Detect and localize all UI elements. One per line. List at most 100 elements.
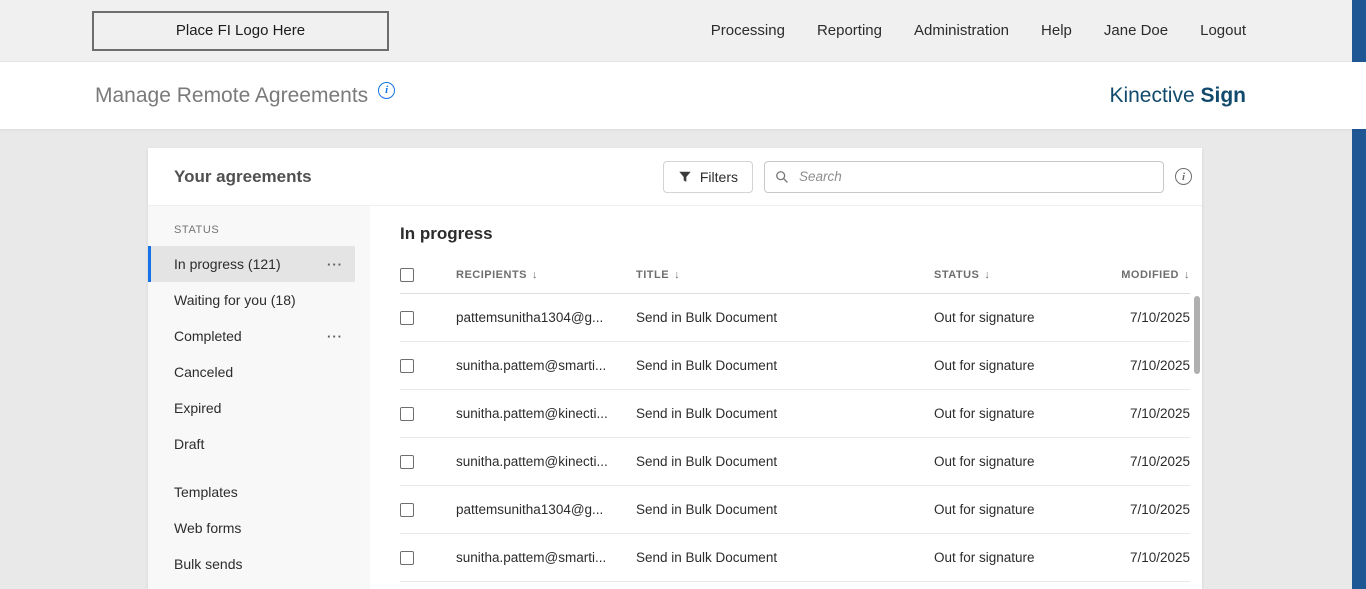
- filters-button[interactable]: Filters: [662, 160, 753, 193]
- sidebar-item[interactable]: Web forms: [148, 510, 355, 546]
- top-bar: Place FI Logo Here Processing Reporting Ad…: [0, 0, 1366, 62]
- nav-item-processing[interactable]: Processing: [711, 22, 785, 39]
- row-checkbox[interactable]: [400, 502, 414, 517]
- sidebar-extra-list: Templates Web forms Bulk sends: [148, 474, 370, 582]
- sidebar-item[interactable]: In progress (121) ···: [148, 246, 355, 282]
- sort-arrow-icon: ↓: [1184, 268, 1190, 281]
- cell-title: Send in Bulk Document: [636, 502, 778, 517]
- column-header-label: TITLE: [636, 268, 670, 281]
- item-overflow-menu-icon[interactable]: ···: [321, 257, 343, 272]
- sidebar-item-label: Web forms: [174, 520, 242, 536]
- row-checkbox-cell: [400, 454, 456, 469]
- sidebar-item[interactable]: Draft: [148, 426, 355, 462]
- row-checkbox[interactable]: [400, 406, 414, 421]
- nav-item-jane-doe[interactable]: Jane Doe: [1104, 22, 1168, 39]
- agreements-table-area: In progress RECIPIENTS ↓ TITLE ↓ STATUS ↓ MODI…: [370, 206, 1202, 589]
- nav-item-logout[interactable]: Logout: [1200, 22, 1246, 39]
- cell-title: Send in Bulk Document: [636, 310, 778, 325]
- brand-name-bold: Sign: [1200, 83, 1247, 107]
- sidebar-item-label: Bulk sends: [174, 556, 243, 572]
- row-checkbox-cell: [400, 310, 456, 325]
- page-header: Manage Remote Agreements i Kinective Sig…: [0, 62, 1366, 129]
- cell-status: Out for signature: [934, 406, 1035, 421]
- page-info-icon[interactable]: i: [378, 81, 396, 99]
- row-checkbox[interactable]: [400, 454, 414, 469]
- brand-logo: Kinective Sign: [1109, 84, 1246, 108]
- cell-recipient: sunitha.pattem@kinecti...: [456, 406, 608, 421]
- search-input[interactable]: [797, 168, 1153, 185]
- column-header-recipients[interactable]: RECIPIENTS ↓: [456, 269, 636, 281]
- cell-status: Out for signature: [934, 550, 1035, 565]
- filter-funnel-icon: [678, 170, 692, 184]
- column-header-label: STATUS: [934, 268, 980, 281]
- cell-modified: 7/10/2025: [1129, 550, 1190, 565]
- sidebar-item-label: Completed: [174, 328, 242, 344]
- sidebar-item[interactable]: Bulk sends: [148, 546, 355, 582]
- card-title: Your agreements: [174, 166, 312, 186]
- sidebar-item[interactable]: Canceled: [148, 354, 355, 390]
- sidebar-item[interactable]: Expired: [148, 390, 355, 426]
- column-header-title[interactable]: TITLE ↓: [636, 269, 934, 281]
- cell-recipient: sunitha.pattem@smarti...: [456, 550, 607, 565]
- card-header: Your agreements Filters Search i: [148, 148, 1202, 205]
- sidebar-item-label: Expired: [174, 400, 222, 416]
- cell-modified: 7/10/2025: [1129, 310, 1190, 325]
- cell-recipient: sunitha.pattem@kinecti...: [456, 454, 608, 469]
- sidebar-item-label: Draft: [174, 436, 205, 452]
- sidebar-item-label: In progress (121): [174, 256, 281, 272]
- status-sidebar: STATUS In progress (121) ··· Waiting for y…: [148, 206, 370, 589]
- cell-title: Send in Bulk Document: [636, 454, 778, 469]
- sidebar-item[interactable]: Completed ···: [148, 318, 355, 354]
- cell-status: Out for signature: [934, 454, 1035, 469]
- table-row[interactable]: sunitha.pattem@smarti... Send in Bulk Doc…: [400, 342, 1190, 390]
- column-header-status[interactable]: STATUS ↓: [934, 269, 1070, 281]
- sidebar-item-label: Templates: [174, 484, 238, 500]
- table-row[interactable]: sunitha.pattem@kinecti... Send in Bulk Do…: [400, 390, 1190, 438]
- top-navigation: Processing Reporting Administration Help Jan…: [711, 22, 1366, 39]
- table-row[interactable]: sunitha.pattem@kinecti... Send in Bulk Do…: [400, 438, 1190, 486]
- cell-title: Send in Bulk Document: [636, 358, 778, 373]
- row-checkbox[interactable]: [400, 310, 414, 325]
- sort-arrow-icon: ↓: [984, 268, 991, 281]
- cell-recipient: sunitha.pattem@smarti...: [456, 358, 607, 373]
- sidebar-item[interactable]: Templates: [148, 474, 355, 510]
- sort-arrow-icon: ↓: [674, 268, 681, 281]
- select-all-checkbox[interactable]: [400, 267, 414, 282]
- fi-logo-placeholder: Place FI Logo Here: [92, 10, 389, 51]
- brand-name-regular: Kinective: [1109, 83, 1195, 107]
- nav-item-reporting[interactable]: Reporting: [817, 22, 882, 39]
- row-checkbox-cell: [400, 502, 456, 517]
- row-checkbox[interactable]: [400, 550, 414, 565]
- sort-arrow-icon: ↓: [532, 268, 539, 281]
- header-checkbox-cell: [400, 267, 456, 282]
- table-row[interactable]: pattemsunitha1304@g... Send in Bulk Docum…: [400, 486, 1190, 534]
- table-row[interactable]: sunitha.pattem@smarti... Send in Bulk Doc…: [400, 534, 1190, 582]
- item-overflow-menu-icon[interactable]: ···: [321, 329, 343, 344]
- table-info-icon[interactable]: i: [1175, 168, 1192, 185]
- sidebar-item-label: Waiting for you (18): [174, 292, 296, 308]
- table-header-row: RECIPIENTS ↓ TITLE ↓ STATUS ↓ MODIFIED ↓: [400, 256, 1190, 294]
- sidebar-item[interactable]: Waiting for you (18): [148, 282, 355, 318]
- nav-item-administration[interactable]: Administration: [914, 22, 1009, 39]
- table-row[interactable]: pattemsunitha1304@g... Send in Bulk Docum…: [400, 294, 1190, 342]
- column-header-modified[interactable]: MODIFIED ↓: [1070, 269, 1190, 281]
- card-content: STATUS In progress (121) ··· Waiting for y…: [148, 205, 1202, 589]
- cell-modified: 7/10/2025: [1129, 502, 1190, 517]
- column-header-label: MODIFIED: [1121, 268, 1179, 281]
- cell-title: Send in Bulk Document: [636, 406, 778, 421]
- search-box: [764, 160, 1164, 193]
- sidebar-item-label: Canceled: [174, 364, 234, 380]
- search-icon: [775, 170, 789, 184]
- cell-status: Out for signature: [934, 310, 1035, 325]
- cell-modified: 7/10/2025: [1129, 454, 1190, 469]
- table-heading: In progress: [400, 224, 493, 243]
- sidebar-section-label: STATUS: [174, 224, 220, 236]
- fi-logo-text: Place FI Logo Here: [175, 22, 306, 39]
- row-checkbox[interactable]: [400, 358, 414, 373]
- table-scrollbar-thumb[interactable]: [1194, 296, 1200, 374]
- row-checkbox-cell: [400, 406, 456, 421]
- cell-status: Out for signature: [934, 502, 1035, 517]
- cell-status: Out for signature: [934, 358, 1035, 373]
- nav-item-help[interactable]: Help: [1041, 22, 1072, 39]
- column-header-label: RECIPIENTS: [456, 268, 528, 281]
